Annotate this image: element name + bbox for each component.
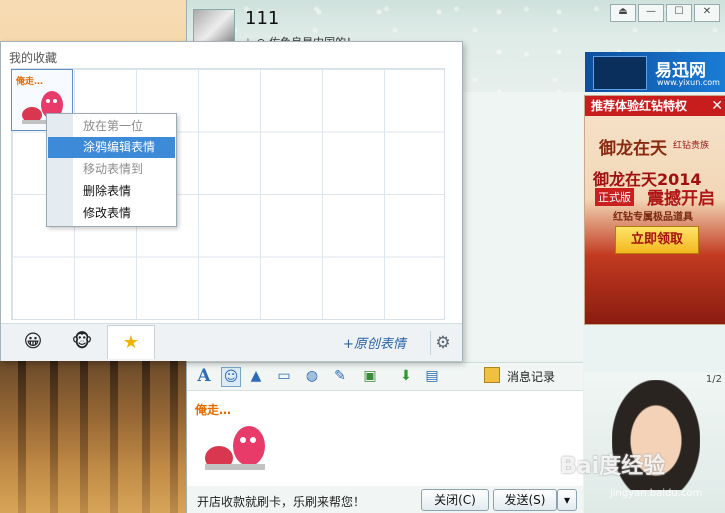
close-button[interactable]: 关闭(C) bbox=[421, 489, 489, 511]
contact-name[interactable]: 111 bbox=[245, 8, 279, 29]
ad-subline: 红钻专属极品道具 bbox=[613, 212, 693, 223]
window-controls: ⏏ — ☐ ✕ bbox=[608, 4, 720, 22]
game-ad-panel[interactable]: 推荐体验红钻特权 ✕ 御龙在天 红钻贵族 御龙在天2014 正式版 震撼开启 红… bbox=[584, 95, 725, 325]
screenshot-icon[interactable]: ▭ bbox=[275, 367, 293, 385]
monkey-emoji-tab[interactable]: 🐵 bbox=[58, 325, 106, 359]
send-file-icon[interactable]: ⬇ bbox=[397, 367, 415, 385]
phones-icon bbox=[593, 56, 647, 90]
share-screen-icon[interactable]: ▤ bbox=[423, 367, 441, 385]
message-input[interactable]: 俺走… bbox=[187, 390, 583, 487]
red-blob-sticker-icon bbox=[205, 426, 265, 470]
menu-item-delete[interactable]: 删除表情 bbox=[48, 181, 175, 202]
close-window-button[interactable]: ✕ bbox=[694, 4, 720, 22]
edit-icon[interactable]: ✎ bbox=[331, 367, 349, 385]
favorite-sticker-caption: 俺走… bbox=[16, 77, 44, 87]
emoji-context-menu: 放在第一位 涂鸦编辑表情 移动表情到 删除表情 修改表情 bbox=[46, 113, 177, 227]
sticker-caption: 俺走… bbox=[195, 403, 232, 417]
message-record-icon[interactable] bbox=[484, 367, 500, 383]
input-sticker: 俺走… bbox=[195, 401, 275, 479]
desktop-water-reflection bbox=[0, 360, 190, 513]
emoji-icon[interactable]: ☺ bbox=[221, 367, 241, 387]
gear-icon[interactable]: ⚙ bbox=[430, 331, 455, 355]
voice-icon[interactable]: ◍ bbox=[303, 367, 321, 385]
watermark-logo: Bai度经验 bbox=[560, 454, 666, 479]
favorites-tab[interactable]: ★ bbox=[107, 325, 155, 359]
font-icon[interactable]: A bbox=[195, 367, 213, 385]
yixun-url: www.yixun.com bbox=[657, 78, 720, 87]
claim-now-button[interactable]: 立即领取 bbox=[615, 226, 699, 254]
yixun-ad-banner[interactable]: 易迅网 www.yixun.com bbox=[585, 52, 725, 92]
favorites-title: 我的收藏 bbox=[9, 51, 58, 65]
image-icon[interactable]: ▣ bbox=[361, 367, 379, 385]
add-original-emoji-link[interactable]: +原创表情 bbox=[343, 333, 406, 352]
minimize-button[interactable]: — bbox=[638, 4, 664, 22]
red-diamond-brand: 红钻贵族 bbox=[673, 141, 710, 151]
watermark-url: jingyan.baidu.com bbox=[610, 488, 703, 499]
menu-item-modify[interactable]: 修改表情 bbox=[48, 203, 175, 224]
menu-item-move-to[interactable]: 移动表情到 bbox=[48, 159, 175, 180]
game-logo: 御龙在天 bbox=[599, 139, 667, 159]
skin-button[interactable]: ⏏ bbox=[610, 4, 636, 22]
menu-item-doodle-edit[interactable]: 涂鸦编辑表情 bbox=[48, 137, 175, 158]
menu-item-move-first[interactable]: 放在第一位 bbox=[48, 116, 175, 137]
maximize-button[interactable]: ☐ bbox=[666, 4, 692, 22]
default-emoji-tab[interactable]: 😀 bbox=[9, 325, 57, 359]
ad-badge: 正式版 bbox=[595, 188, 634, 206]
game-ad-title: 推荐体验红钻特权 bbox=[585, 96, 725, 116]
promo-tip[interactable]: 开店收款就刷卡，乐刷来帮您！ bbox=[197, 493, 365, 510]
send-options-dropdown[interactable]: ▾ bbox=[557, 489, 577, 511]
message-record-button[interactable]: 消息记录 bbox=[507, 368, 555, 385]
send-button[interactable]: 发送(S) bbox=[493, 489, 557, 511]
shake-icon[interactable]: ▲ bbox=[247, 367, 265, 385]
ad-headline-2: 震撼开启 bbox=[647, 189, 715, 209]
ad-close-icon[interactable]: ✕ bbox=[711, 96, 723, 116]
show-counter: 1/2 bbox=[705, 374, 722, 385]
